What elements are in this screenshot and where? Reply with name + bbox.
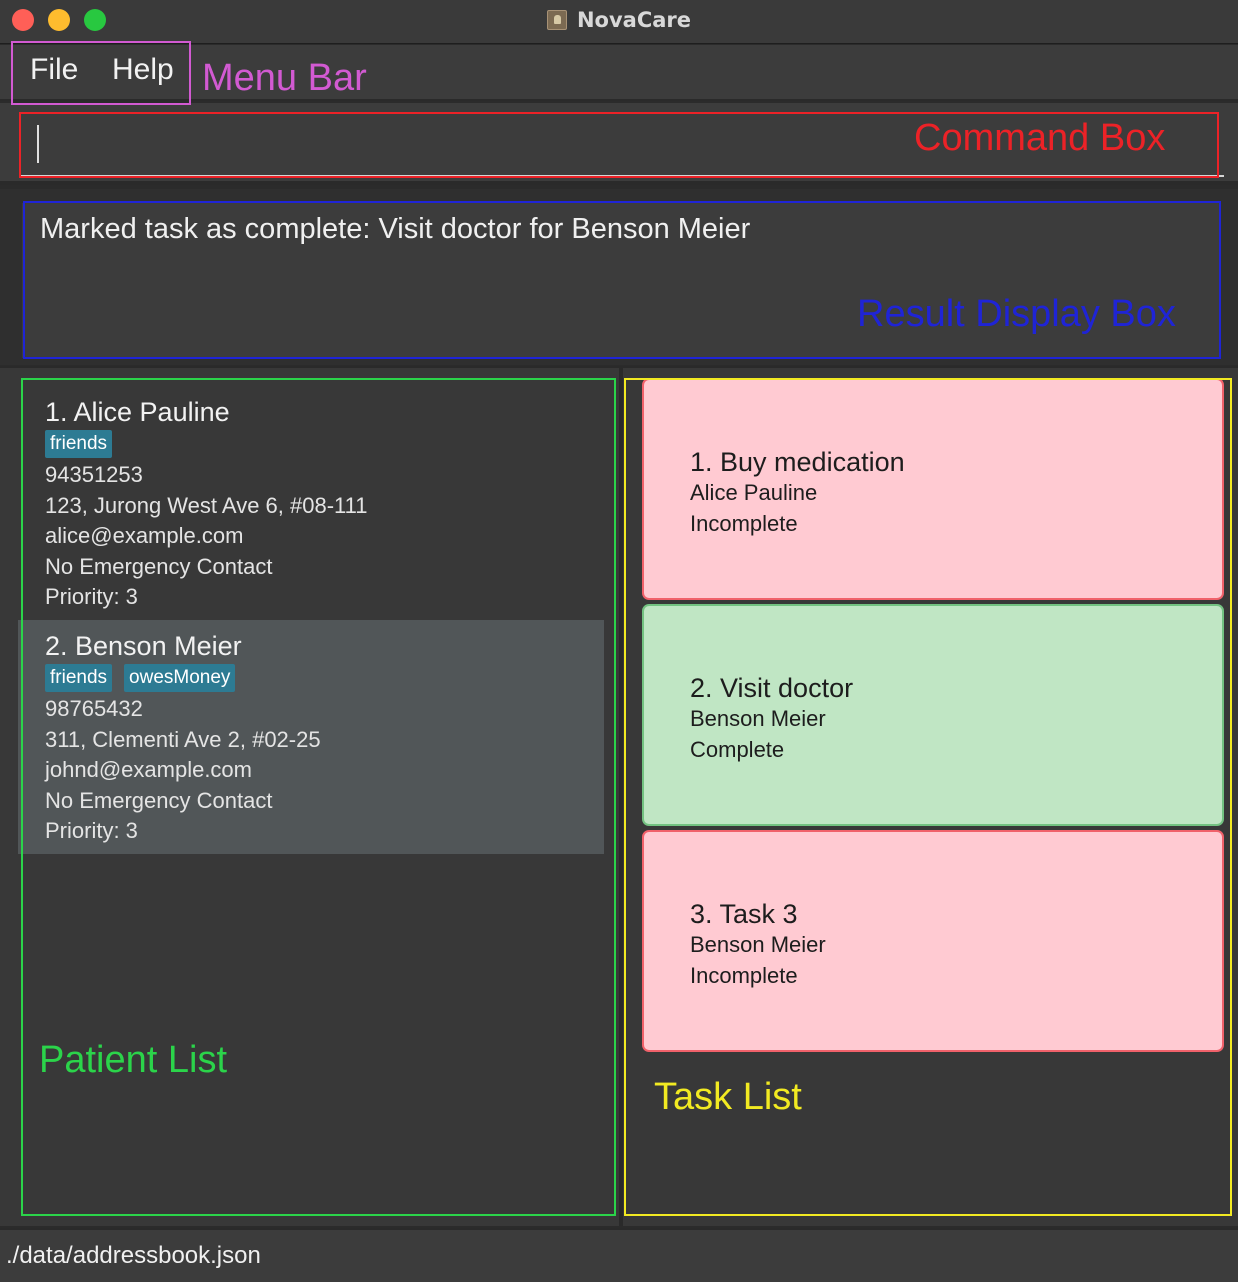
- patient-tags: friends: [45, 430, 604, 458]
- result-display-area: Marked task as complete: Visit doctor fo…: [0, 189, 1238, 365]
- command-box-area: [0, 103, 1238, 185]
- patient-card[interactable]: 2. Benson Meier friends owesMoney 987654…: [18, 620, 604, 854]
- patient-priority: Priority: 3: [45, 818, 138, 843]
- app-icon: [546, 10, 567, 30]
- patient-tag: owesMoney: [124, 664, 236, 692]
- patient-tags: friends owesMoney: [45, 664, 604, 692]
- patient-name: 1. Alice Pauline: [45, 397, 230, 427]
- patient-address: 311, Clementi Ave 2, #02-25: [45, 726, 321, 752]
- task-patient: Benson Meier: [690, 706, 826, 731]
- window-title: NovaCare: [576, 8, 692, 32]
- task-title: 2. Visit doctor: [690, 673, 854, 703]
- patient-card[interactable]: 1. Alice Pauline friends 94351253 123, J…: [18, 386, 604, 620]
- task-card[interactable]: 3. Task 3 Benson Meier Incomplete: [642, 830, 1224, 1052]
- task-title: 3. Task 3: [690, 899, 798, 929]
- title-bar: NovaCare: [0, 0, 1238, 44]
- task-patient: Benson Meier: [690, 932, 826, 957]
- patient-emergency-contact: No Emergency Contact: [45, 553, 273, 579]
- menu-bar: File Help: [0, 45, 1238, 101]
- task-status: Incomplete: [690, 962, 798, 988]
- menu-file[interactable]: File: [30, 53, 78, 87]
- task-card[interactable]: 1. Buy medication Alice Pauline Incomple…: [642, 378, 1224, 600]
- task-patient: Alice Pauline: [690, 480, 818, 505]
- task-status: Complete: [690, 736, 785, 762]
- patient-name: 2. Benson Meier: [45, 631, 242, 661]
- patient-emergency-contact: No Emergency Contact: [45, 787, 273, 813]
- patient-tag: friends: [45, 430, 113, 458]
- text-caret: [37, 125, 39, 163]
- task-list[interactable]: 1. Buy medication Alice Pauline Incomple…: [642, 378, 1224, 1056]
- menu-help[interactable]: Help: [112, 53, 174, 87]
- command-input[interactable]: [20, 113, 1224, 177]
- window-title-group: NovaCare: [0, 0, 1238, 40]
- patient-email: johnd@example.com: [45, 757, 252, 782]
- patient-phone: 98765432: [45, 696, 143, 721]
- patient-tag: friends: [45, 664, 113, 692]
- data-file-path: ./data/addressbook.json: [6, 1242, 261, 1269]
- patient-list[interactable]: 1. Alice Pauline friends 94351253 123, J…: [18, 386, 604, 854]
- result-display-box[interactable]: Marked task as complete: Visit doctor fo…: [22, 203, 1220, 358]
- patient-priority: Priority: 3: [45, 584, 138, 609]
- patient-email: alice@example.com: [45, 523, 244, 548]
- task-card[interactable]: 2. Visit doctor Benson Meier Complete: [642, 604, 1224, 826]
- status-bar: ./data/addressbook.json: [0, 1228, 1238, 1282]
- task-title: 1. Buy medication: [690, 447, 905, 477]
- panel-divider[interactable]: [619, 366, 623, 1226]
- patient-phone: 94351253: [45, 462, 143, 487]
- result-message: Marked task as complete: Visit doctor fo…: [40, 213, 751, 245]
- task-status: Incomplete: [690, 510, 798, 536]
- patient-address: 123, Jurong West Ave 6, #08-111: [45, 492, 368, 518]
